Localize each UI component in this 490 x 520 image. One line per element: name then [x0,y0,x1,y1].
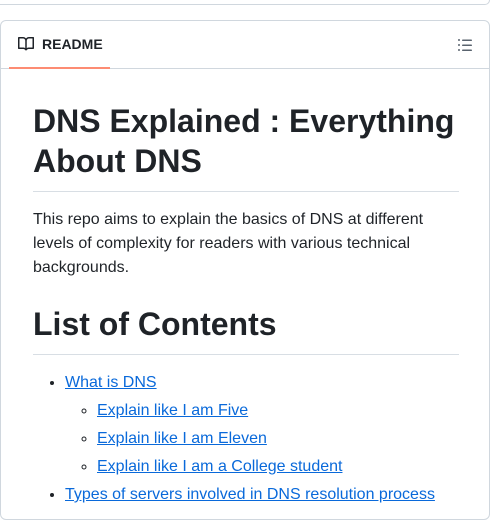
readme-tab[interactable]: README [9,21,110,69]
readme-header: README [1,21,489,69]
link-explain-college[interactable]: Explain like I am a College student [97,458,342,475]
list-item: Explain like I am a College student [97,455,459,479]
table-of-contents: What is DNS Explain like I am Five Expla… [33,371,459,507]
list-item: Explain like I am Five [97,399,459,423]
book-icon [18,36,34,52]
list-item: Types of servers involved in DNS resolut… [65,483,459,507]
list-unordered-icon[interactable] [457,37,473,53]
previous-panel-edge [0,0,490,5]
page-title: DNS Explained : Everything About DNS [33,69,459,192]
link-explain-eleven[interactable]: Explain like I am Eleven [97,430,267,447]
intro-paragraph: This repo aims to explain the basics of … [33,211,424,276]
link-what-is-dns[interactable]: What is DNS [65,374,157,391]
list-item: What is DNS Explain like I am Five Expla… [65,371,459,479]
readme-tab-label: README [42,36,103,52]
list-item: Explain like I am Eleven [97,427,459,451]
contents-heading: List of Contents [33,280,459,355]
sub-list: Explain like I am Five Explain like I am… [65,399,459,479]
readme-panel: README DNS Explained : Everything About … [0,20,490,520]
link-explain-five[interactable]: Explain like I am Five [97,402,248,419]
readme-content: DNS Explained : Everything About DNS Thi… [33,69,459,507]
